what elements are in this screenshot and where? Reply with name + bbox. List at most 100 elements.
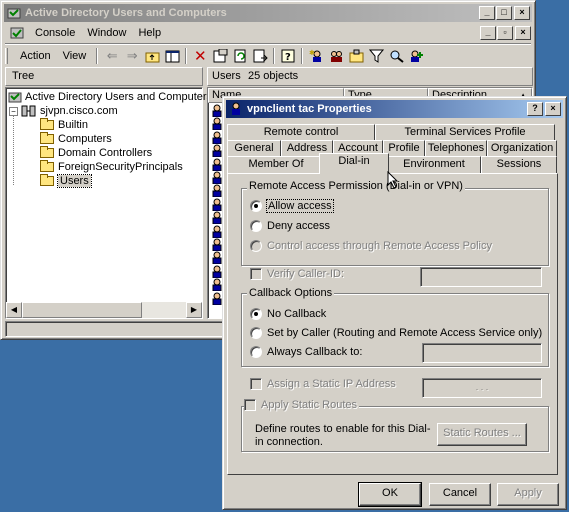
radio-indicator [250,200,262,212]
tab-terminal-services-profile[interactable]: Terminal Services Profile [375,124,555,141]
radio-indicator [250,220,262,232]
tab-label: Member Of [248,158,304,170]
scroll-thumb[interactable] [22,302,142,318]
no-callback-label: No Callback [267,308,327,320]
cancel-button[interactable]: Cancel [429,483,491,506]
folder-icon [40,160,54,172]
domain-icon [21,105,36,117]
menu-console[interactable]: Console [29,27,81,39]
list-container-label: Users [212,70,241,82]
delete-icon[interactable]: ✕ [192,48,208,65]
dialog-titlebar[interactable]: vpnclient tac Properties ? × [226,100,563,118]
deny-access-radio[interactable]: Deny access [250,220,330,232]
console-menu-icon[interactable] [9,25,25,41]
list-count-label: 25 objects [248,70,299,82]
tab-label: Terminal Services Profile [404,126,526,138]
aduc-root-icon [8,92,22,103]
tree-item-foreign-security-principals[interactable]: ForeignSecurityPrincipals [40,160,183,174]
set-by-caller-label: Set by Caller (Routing and Remote Access… [267,327,543,339]
tab-member-of[interactable]: Member Of [227,156,325,173]
svg-text:?: ? [285,52,291,63]
new-ou-icon[interactable] [348,48,364,64]
tree-item-label: Domain Controllers [58,147,153,159]
tab-label: Telephones [427,142,485,154]
tree-hscrollbar[interactable]: ◀ ▶ [6,302,202,318]
menu-divider [5,43,531,45]
tab-remote-control[interactable]: Remote control [227,124,375,141]
cancel-button-label: Cancel [442,487,478,499]
svg-text:✱: ✱ [309,49,315,57]
tree-tab[interactable]: Tree [5,67,203,86]
checkbox-indicator [250,378,262,390]
dialog-title: vpnclient tac Properties [247,103,372,115]
static-ip-checkbox: Assign a Static IP Address [250,378,396,390]
find-icon[interactable] [388,48,404,64]
apply-button-label: Apply [514,487,542,499]
caller-id-field [420,267,542,287]
always-callback-label: Always Callback to: [267,346,363,358]
allow-access-radio[interactable]: Allow access [250,199,334,213]
close-button[interactable]: × [514,6,530,20]
back-arrow-icon[interactable]: ⇐ [104,48,120,64]
static-ip-field: . . . [422,378,542,398]
tab-telephones[interactable]: Telephones [425,140,487,157]
new-user-icon[interactable]: ✱ [308,48,324,64]
tree-domain[interactable]: − sjvpn.cisco.com [9,104,118,118]
tree-item-users[interactable]: Users [40,174,92,188]
tree-root[interactable]: Active Directory Users and Computers [ci… [8,90,237,104]
tree-item-label: Builtin [58,119,88,131]
menu-action[interactable]: Action [14,50,57,62]
mmc-titlebar[interactable]: Active Directory Users and Computers _ □… [4,4,532,22]
tab-profile[interactable]: Profile [383,140,425,157]
always-callback-radio[interactable]: Always Callback to: [250,346,362,358]
forward-arrow-icon[interactable]: ⇒ [124,48,140,64]
tab-general[interactable]: General [227,140,281,157]
menu-window[interactable]: Window [81,27,132,39]
scroll-left-button[interactable]: ◀ [6,302,22,318]
maximize-button[interactable]: □ [496,6,512,20]
new-group-icon[interactable] [328,48,344,64]
tab-environment[interactable]: Environment [387,156,481,173]
help-button[interactable]: ? [527,102,543,116]
radio-indicator [250,346,262,358]
tree-lines [13,115,14,185]
tree-item-computers[interactable]: Computers [40,132,112,146]
tab-organization[interactable]: Organization [487,140,557,157]
tab-sessions[interactable]: Sessions [481,156,557,173]
minimize-button[interactable]: _ [479,6,495,20]
add-to-group-icon[interactable] [408,48,424,64]
ok-button[interactable]: OK [358,482,422,507]
filter-icon[interactable] [368,48,384,64]
tree-item-label: Users [57,174,92,188]
static-routes-button-label: Static Routes ... [443,427,521,439]
child-minimize-button[interactable]: _ [480,26,496,40]
folder-icon [40,146,54,158]
verify-caller-id-checkbox: Verify Caller-ID: [250,268,344,280]
static-routes-label: Apply Static Routes [261,399,357,411]
menu-view[interactable]: View [57,50,93,62]
child-restore-button[interactable]: ▫ [497,26,513,40]
properties-icon[interactable] [212,48,228,64]
radio-indicator [250,240,262,252]
up-folder-icon[interactable] [144,48,160,64]
deny-access-label: Deny access [267,220,330,232]
dialog-close-button[interactable]: × [545,102,561,116]
scroll-right-button[interactable]: ▶ [186,302,202,318]
menu-help[interactable]: Help [132,27,167,39]
open-folder-icon [40,174,54,186]
tree-item-builtin[interactable]: Builtin [40,118,88,132]
help-icon[interactable]: ? [280,48,296,64]
tree-item-domain-controllers[interactable]: Domain Controllers [40,146,152,160]
tab-dial-in[interactable]: Dial-in [319,153,389,174]
tree-tab-label: Tree [12,70,35,82]
static-ip-dots: . . . [475,382,489,392]
remote-access-group-label: Remote Access Permission (Dial-in or VPN… [247,180,465,192]
refresh-icon[interactable] [232,48,248,64]
export-list-icon[interactable] [252,48,268,64]
callback-group-label: Callback Options [247,287,335,299]
show-tree-icon[interactable] [164,48,180,64]
static-ip-label: Assign a Static IP Address [267,378,396,390]
child-close-button[interactable]: × [515,26,531,40]
set-by-caller-radio[interactable]: Set by Caller (Routing and Remote Access… [250,327,542,339]
no-callback-radio[interactable]: No Callback [250,308,326,320]
